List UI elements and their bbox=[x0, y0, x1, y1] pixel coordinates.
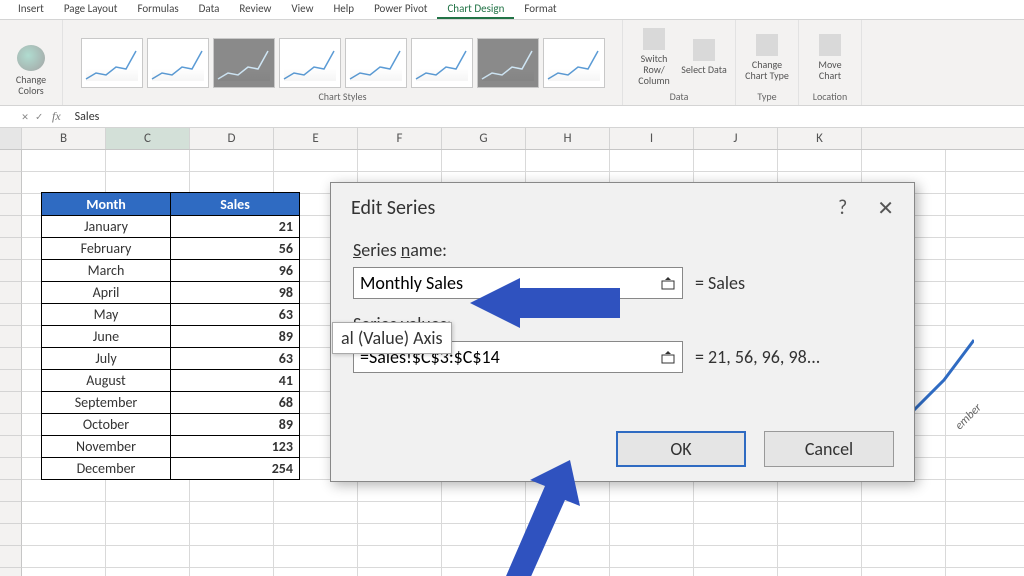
table-row[interactable]: November123 bbox=[42, 435, 299, 457]
tab-insert[interactable]: Insert bbox=[8, 0, 54, 19]
column-headers: B C D E F G H I J K bbox=[0, 128, 1024, 150]
chart-style-thumb[interactable] bbox=[213, 38, 275, 88]
tab-formulas[interactable]: Formulas bbox=[127, 0, 188, 19]
col-header[interactable]: D bbox=[190, 128, 274, 149]
dialog-help-button[interactable]: ? bbox=[838, 196, 847, 221]
switch-rowcol-icon bbox=[643, 28, 665, 50]
enter-formula-icon[interactable]: ✓ bbox=[32, 110, 46, 123]
col-header[interactable]: E bbox=[274, 128, 358, 149]
table-header-sales[interactable]: Sales bbox=[171, 193, 299, 215]
change-colors-button[interactable]: Change Colors bbox=[8, 39, 54, 101]
select-data-label: Select Data bbox=[681, 64, 727, 75]
table-row[interactable]: June89 bbox=[42, 325, 299, 347]
tab-review[interactable]: Review bbox=[229, 0, 281, 19]
ok-button[interactable]: OK bbox=[616, 431, 746, 467]
col-header[interactable]: C bbox=[106, 128, 190, 149]
table-row[interactable]: May63 bbox=[42, 303, 299, 325]
tab-page-layout[interactable]: Page Layout bbox=[54, 0, 128, 19]
col-header[interactable]: G bbox=[442, 128, 526, 149]
table-row[interactable]: April98 bbox=[42, 281, 299, 303]
tab-data[interactable]: Data bbox=[189, 0, 230, 19]
group-label-location: Location bbox=[813, 90, 847, 103]
switch-row-col-label: Switch Row/ Column bbox=[631, 53, 677, 86]
table-header-month[interactable]: Month bbox=[42, 193, 171, 215]
dialog-title: Edit Series bbox=[351, 196, 435, 220]
tab-format[interactable]: Format bbox=[514, 0, 566, 19]
chart-style-thumb[interactable] bbox=[147, 38, 209, 88]
series-values-equals: = 21, 56, 96, 98... bbox=[695, 346, 820, 368]
select-all-corner[interactable] bbox=[0, 128, 22, 149]
fx-icon[interactable]: fx bbox=[46, 109, 67, 124]
worksheet-grid[interactable]: /* rows generated below via template-ish… bbox=[0, 150, 1024, 576]
col-header[interactable]: J bbox=[694, 128, 778, 149]
change-chart-type-icon bbox=[756, 34, 778, 56]
change-chart-type-label: Change Chart Type bbox=[744, 59, 790, 81]
range-picker-icon[interactable] bbox=[654, 269, 682, 297]
col-header[interactable]: K bbox=[778, 128, 862, 149]
col-header[interactable]: I bbox=[610, 128, 694, 149]
ribbon: Change Colors Chart Styles Switch Row/ C… bbox=[0, 20, 1024, 106]
select-data-icon bbox=[693, 39, 715, 61]
table-row[interactable]: December254 bbox=[42, 457, 299, 479]
col-header[interactable]: H bbox=[526, 128, 610, 149]
switch-row-col-button[interactable]: Switch Row/ Column bbox=[631, 26, 677, 88]
data-table: Month Sales January21 February56 March96… bbox=[41, 192, 300, 480]
tab-help[interactable]: Help bbox=[323, 0, 364, 19]
autocomplete-tooltip: al (Value) Axis bbox=[332, 322, 452, 354]
change-chart-type-button[interactable]: Change Chart Type bbox=[744, 26, 790, 88]
arrow-annotation bbox=[470, 278, 620, 328]
table-row[interactable]: October89 bbox=[42, 413, 299, 435]
chart-style-thumb[interactable] bbox=[543, 38, 605, 88]
cancel-button[interactable]: Cancel bbox=[764, 431, 894, 467]
chart-style-thumb[interactable] bbox=[345, 38, 407, 88]
col-header[interactable]: F bbox=[358, 128, 442, 149]
tab-chart-design[interactable]: Chart Design bbox=[437, 0, 514, 19]
table-row[interactable]: July63 bbox=[42, 347, 299, 369]
tab-view[interactable]: View bbox=[281, 0, 323, 19]
move-chart-button[interactable]: Move Chart bbox=[807, 26, 853, 88]
group-label-chart-styles: Chart Styles bbox=[318, 90, 366, 103]
table-row[interactable]: February56 bbox=[42, 237, 299, 259]
dialog-close-button[interactable]: ✕ bbox=[877, 196, 894, 221]
palette-icon bbox=[17, 45, 45, 71]
table-row[interactable]: August41 bbox=[42, 369, 299, 391]
formula-value[interactable]: Sales bbox=[67, 110, 1024, 124]
col-header[interactable]: B bbox=[22, 128, 106, 149]
chart-styles-gallery[interactable] bbox=[81, 38, 605, 88]
series-name-equals: = Sales bbox=[695, 272, 745, 294]
chart-style-thumb[interactable] bbox=[279, 38, 341, 88]
range-picker-icon[interactable] bbox=[654, 343, 682, 371]
change-colors-label: Change Colors bbox=[8, 74, 54, 96]
table-row[interactable]: March96 bbox=[42, 259, 299, 281]
tab-power-pivot[interactable]: Power Pivot bbox=[364, 0, 437, 19]
cancel-formula-icon[interactable]: ✕ bbox=[18, 110, 32, 123]
arrow-annotation bbox=[470, 460, 600, 576]
table-row[interactable]: September68 bbox=[42, 391, 299, 413]
select-data-button[interactable]: Select Data bbox=[681, 26, 727, 88]
move-chart-icon bbox=[819, 34, 841, 56]
group-label-data: Data bbox=[670, 90, 689, 103]
chart-style-thumb[interactable] bbox=[411, 38, 473, 88]
formula-bar: ✕ ✓ fx Sales bbox=[0, 106, 1024, 128]
table-row[interactable]: January21 bbox=[42, 215, 299, 237]
series-name-label: Series name: bbox=[353, 239, 892, 261]
move-chart-label: Move Chart bbox=[807, 59, 853, 81]
ribbon-tabs: Insert Page Layout Formulas Data Review … bbox=[0, 0, 1024, 20]
chart-style-thumb[interactable] bbox=[81, 38, 143, 88]
group-label-type: Type bbox=[757, 90, 776, 103]
chart-style-thumb[interactable] bbox=[477, 38, 539, 88]
